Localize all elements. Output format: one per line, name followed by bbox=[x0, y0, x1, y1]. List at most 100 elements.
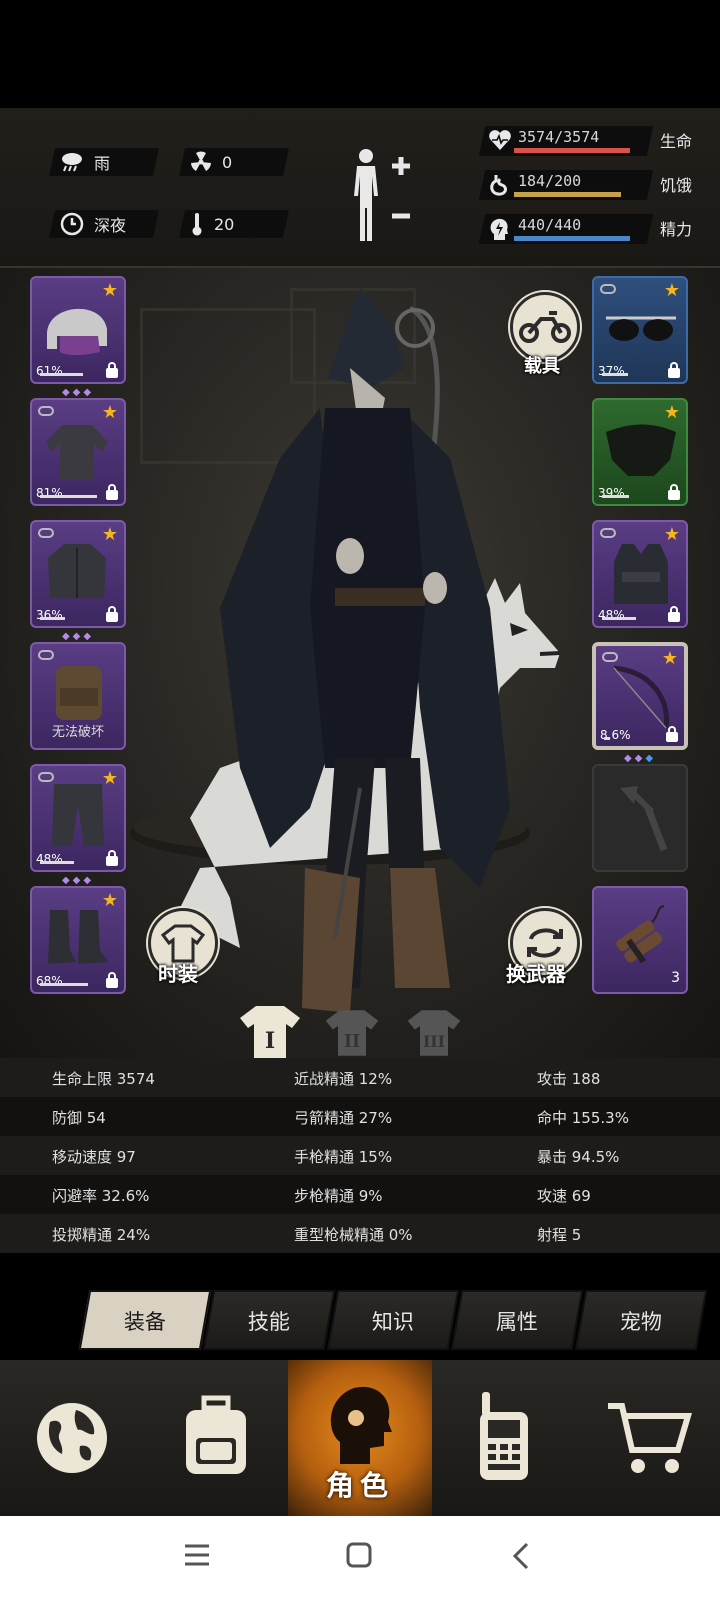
weather-indicator: 雨 bbox=[49, 148, 159, 176]
nav-character[interactable]: 角色 bbox=[288, 1360, 432, 1516]
health-value: 3574/3574 bbox=[518, 128, 600, 146]
link-icon bbox=[38, 406, 54, 416]
unbreakable-label: 无法破坏 bbox=[51, 725, 104, 740]
equip-slot-jacket[interactable]: ★ 36% ◆◆◆ bbox=[30, 520, 126, 642]
plague-doctor-character bbox=[220, 288, 510, 1013]
tab-label: 宠物 bbox=[619, 1310, 662, 1334]
bottom-navigation: 角色 bbox=[0, 1360, 720, 1516]
backpack-icon bbox=[56, 666, 102, 720]
stat-cell: 手枪精通 15% bbox=[294, 1148, 393, 1166]
lock-icon[interactable] bbox=[666, 726, 678, 742]
sunglasses-icon bbox=[606, 316, 676, 341]
stat-cell: 攻击 188 bbox=[537, 1070, 601, 1088]
boots-icon bbox=[48, 910, 108, 964]
compound-bow-icon bbox=[613, 665, 670, 729]
link-icon bbox=[38, 528, 54, 538]
lock-icon[interactable] bbox=[106, 362, 118, 378]
equip-slot-vest[interactable]: ★ 48% bbox=[592, 520, 688, 628]
hunger-bar: 184/200 bbox=[478, 170, 654, 200]
lock-icon[interactable] bbox=[668, 606, 680, 622]
nav-world-map[interactable] bbox=[0, 1360, 144, 1516]
stat-cell: 移动速度 97 bbox=[52, 1148, 136, 1166]
svg-text:I: I bbox=[265, 1028, 275, 1054]
stat-cell: 射程 5 bbox=[537, 1226, 582, 1244]
tab-pets[interactable]: 宠物 bbox=[574, 1290, 708, 1350]
weather-label: 雨 bbox=[94, 154, 111, 173]
home-icon[interactable] bbox=[346, 1542, 372, 1568]
nav-character-label: 角色 bbox=[325, 1469, 394, 1502]
rain-cloud-icon bbox=[62, 153, 82, 172]
lock-icon[interactable] bbox=[106, 484, 118, 500]
stats-row: 防御 54 弓箭精通 27% 命中 155.3% bbox=[0, 1097, 720, 1136]
lock-icon[interactable] bbox=[668, 362, 680, 378]
walkie-talkie-icon bbox=[480, 1392, 528, 1480]
energy-bar: 440/440 bbox=[478, 214, 654, 244]
fashion-label: 时装 bbox=[158, 962, 198, 986]
human-body-icon bbox=[354, 149, 410, 241]
stat-cell: 步枪精通 9% bbox=[294, 1187, 383, 1205]
dynamite-icon bbox=[616, 905, 665, 964]
durability-bar bbox=[604, 737, 610, 740]
stat-cell: 生命上限 3574 bbox=[52, 1070, 155, 1088]
svg-text:II: II bbox=[344, 1032, 360, 1052]
system-navigation-bar bbox=[0, 1516, 720, 1601]
character-scene: ★ 61% ◆◆◆ ★ 81% ★ 36% ◆◆◆ 无法破坏 ★ 48% ◆◆◆ bbox=[0, 268, 720, 1068]
lock-icon[interactable] bbox=[106, 972, 118, 988]
equip-slot-backpack[interactable]: 无法破坏 bbox=[30, 642, 126, 750]
lock-icon[interactable] bbox=[668, 484, 680, 500]
hunger-value: 184/200 bbox=[518, 172, 582, 190]
stat-cell: 命中 155.3% bbox=[537, 1109, 629, 1127]
tab-skills[interactable]: 技能 bbox=[202, 1290, 336, 1350]
hunger-fill bbox=[514, 192, 621, 197]
durability-bar bbox=[40, 861, 74, 864]
tshirt-icon bbox=[161, 924, 205, 963]
stats-row: 移动速度 97 手枪精通 15% 暴击 94.5% bbox=[0, 1136, 720, 1175]
equip-slot-pants[interactable]: ★ 48% ◆◆◆ bbox=[30, 764, 126, 886]
stat-cell: 闪避率 32.6% bbox=[52, 1187, 150, 1205]
energy-fill bbox=[514, 236, 630, 241]
character-subtabs: 装备 技能 知识 属性 宠物 bbox=[74, 1290, 714, 1350]
nav-inventory[interactable] bbox=[144, 1360, 288, 1516]
equip-slot-melee-empty[interactable] bbox=[592, 764, 688, 872]
lock-icon[interactable] bbox=[106, 606, 118, 622]
tab-label: 知识 bbox=[371, 1310, 414, 1334]
character-head-icon bbox=[330, 1386, 392, 1464]
stat-cell: 暴击 94.5% bbox=[537, 1148, 620, 1166]
equip-slot-glasses[interactable]: ★ 37% bbox=[592, 276, 688, 384]
equip-slot-bow[interactable]: ★ 8.6% ◆◆◆ bbox=[592, 642, 688, 764]
tab-equipment[interactable]: 装备 bbox=[78, 1290, 212, 1350]
heart-icon bbox=[489, 130, 511, 150]
outfit-preset-2-tab[interactable]: II bbox=[324, 1008, 380, 1058]
stat-cell: 弓箭精通 27% bbox=[294, 1109, 393, 1127]
equip-slot-mask[interactable]: ★ 39% bbox=[592, 398, 688, 506]
outfit-preset-1-tab[interactable]: I bbox=[238, 1004, 302, 1060]
tab-label: 技能 bbox=[247, 1310, 290, 1334]
stat-cell: 重型枪械精通 0% bbox=[294, 1226, 413, 1244]
durability-bar bbox=[602, 617, 636, 620]
time-indicator: 深夜 bbox=[49, 210, 159, 238]
energy-head-icon bbox=[490, 218, 508, 240]
tab-label: 装备 bbox=[123, 1310, 166, 1334]
tab-knowledge[interactable]: 知识 bbox=[326, 1290, 460, 1350]
link-icon bbox=[602, 652, 618, 662]
energy-value: 440/440 bbox=[518, 216, 582, 234]
link-icon bbox=[600, 528, 616, 538]
swap-arrows-icon bbox=[527, 928, 563, 958]
temperature-value: 20 bbox=[214, 214, 235, 234]
equip-slot-shirt[interactable]: ★ 81% bbox=[30, 398, 126, 506]
nav-radio[interactable] bbox=[432, 1360, 576, 1516]
equip-slot-boots[interactable]: ★ 68% bbox=[30, 886, 126, 994]
equip-slot-throwable[interactable]: 3 bbox=[592, 886, 688, 994]
recent-apps-icon[interactable] bbox=[184, 1544, 210, 1566]
equip-slot-helmet[interactable]: ★ 61% ◆◆◆ bbox=[30, 276, 126, 398]
outfit-preset-3-tab[interactable]: III bbox=[406, 1008, 462, 1058]
tab-attributes[interactable]: 属性 bbox=[450, 1290, 584, 1350]
stats-row: 投掷精通 24% 重型枪械精通 0% 射程 5 bbox=[0, 1214, 720, 1253]
back-icon[interactable] bbox=[512, 1542, 530, 1570]
durability-bar bbox=[40, 495, 97, 498]
nav-shop[interactable] bbox=[576, 1360, 720, 1516]
gem-sockets: ◆◆◆ bbox=[61, 631, 95, 642]
body-status-button[interactable] bbox=[348, 146, 418, 246]
lock-icon[interactable] bbox=[106, 850, 118, 866]
status-panel: 雨 0 深夜 20 3574/3574 生命 184/200 饥饿 440/44… bbox=[0, 108, 720, 268]
